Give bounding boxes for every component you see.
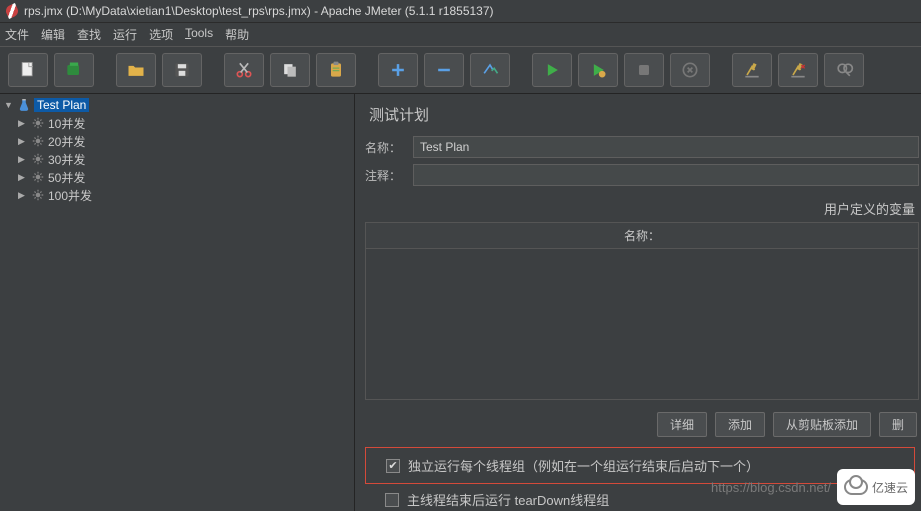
- teardown-label: 主线程结束后运行 tearDown线程组: [407, 490, 609, 509]
- menubar: 文件 编辑 查找 运行 选项 Tools 帮助: [0, 23, 921, 47]
- expand-icon[interactable]: ▶: [18, 172, 28, 183]
- new-button[interactable]: [8, 53, 48, 87]
- tree-root-label: Test Plan: [34, 98, 89, 112]
- tree-item-label: 10并发: [48, 115, 85, 132]
- collapse-button[interactable]: [424, 53, 464, 87]
- main-split: ▼ Test Plan ▶ 10并发 ▶ 20并发 ▶ 30并发 ▶ 50并发 …: [0, 94, 921, 511]
- tree-item-label: 50并发: [48, 169, 85, 186]
- tree-item-label: 100并发: [48, 187, 92, 204]
- menu-run[interactable]: 运行: [113, 26, 137, 43]
- tree-item[interactable]: ▶ 10并发: [0, 114, 354, 132]
- toggle-button[interactable]: [470, 53, 510, 87]
- name-input[interactable]: [413, 136, 919, 158]
- vars-table[interactable]: 名称：: [365, 222, 919, 400]
- shutdown-button[interactable]: [670, 53, 710, 87]
- threadgroup-icon: [31, 116, 45, 130]
- tree-root[interactable]: ▼ Test Plan: [0, 96, 354, 114]
- comment-row: 注释：: [365, 164, 921, 186]
- checkbox-unchecked-icon[interactable]: [385, 493, 399, 507]
- save-button[interactable]: [162, 53, 202, 87]
- threadgroup-icon: [31, 188, 45, 202]
- cloud-icon: [844, 479, 868, 495]
- delete-button[interactable]: 删: [879, 412, 917, 437]
- vars-title: 用户定义的变量: [365, 189, 921, 222]
- search-toolbar-button[interactable]: [824, 53, 864, 87]
- start-button[interactable]: [532, 53, 572, 87]
- name-label: 名称：: [365, 139, 413, 156]
- stop-button[interactable]: [624, 53, 664, 87]
- menu-tools[interactable]: Tools: [185, 26, 213, 43]
- window-titlebar: rps.jmx (D:\MyData\xietian1\Desktop\test…: [0, 0, 921, 23]
- tree-item[interactable]: ▶ 30并发: [0, 150, 354, 168]
- templates-button[interactable]: [54, 53, 94, 87]
- tree-item[interactable]: ▶ 50并发: [0, 168, 354, 186]
- clear-button[interactable]: [732, 53, 772, 87]
- window-title: rps.jmx (D:\MyData\xietian1\Desktop\test…: [24, 4, 494, 18]
- expand-icon[interactable]: ▶: [18, 118, 28, 129]
- menu-file[interactable]: 文件: [5, 26, 29, 43]
- checkbox-checked-icon[interactable]: ✔: [386, 459, 400, 473]
- testplan-icon: [17, 98, 31, 112]
- expand-icon[interactable]: ▶: [18, 190, 28, 201]
- threadgroup-icon: [31, 134, 45, 148]
- clear-all-button[interactable]: [778, 53, 818, 87]
- add-button[interactable]: 添加: [715, 412, 765, 437]
- tree-item-label: 20并发: [48, 133, 85, 150]
- threadgroup-icon: [31, 152, 45, 166]
- serial-threadgroups-label: 独立运行每个线程组（例如在一个组运行结束后启动下一个）: [408, 456, 759, 475]
- serial-threadgroups-row[interactable]: ✔ 独立运行每个线程组（例如在一个组运行结束后启动下一个）: [366, 450, 914, 481]
- highlight-box: ✔ 独立运行每个线程组（例如在一个组运行结束后启动下一个）: [365, 447, 915, 484]
- menu-edit[interactable]: 编辑: [41, 26, 65, 43]
- provider-label: 亿速云: [872, 479, 908, 496]
- menu-search[interactable]: 查找: [77, 26, 101, 43]
- panel-title: 测试计划: [365, 100, 921, 133]
- editor-panel: 测试计划 名称： 注释： 用户定义的变量 名称： 详细 添加 从剪贴板添加 删 …: [355, 94, 921, 511]
- vars-col-name: 名称：: [366, 223, 918, 249]
- vars-body[interactable]: [366, 249, 918, 399]
- cut-button[interactable]: [224, 53, 264, 87]
- paste-button[interactable]: [316, 53, 356, 87]
- menu-options[interactable]: 选项: [149, 26, 173, 43]
- comment-label: 注释：: [365, 167, 413, 184]
- comment-input[interactable]: [413, 164, 919, 186]
- test-tree[interactable]: ▼ Test Plan ▶ 10并发 ▶ 20并发 ▶ 30并发 ▶ 50并发 …: [0, 94, 355, 511]
- name-row: 名称：: [365, 136, 921, 158]
- copy-button[interactable]: [270, 53, 310, 87]
- threadgroup-icon: [31, 170, 45, 184]
- start-no-pause-button[interactable]: [578, 53, 618, 87]
- open-button[interactable]: [116, 53, 156, 87]
- tree-item[interactable]: ▶ 20并发: [0, 132, 354, 150]
- toolbar: [0, 47, 921, 94]
- expand-icon[interactable]: ▶: [18, 154, 28, 165]
- tree-item[interactable]: ▶ 100并发: [0, 186, 354, 204]
- app-icon: [4, 3, 20, 19]
- detail-button[interactable]: 详细: [657, 412, 707, 437]
- expand-button[interactable]: [378, 53, 418, 87]
- menu-help[interactable]: 帮助: [225, 26, 249, 43]
- vars-buttons: 详细 添加 从剪贴板添加 删: [365, 400, 921, 447]
- tree-item-label: 30并发: [48, 151, 85, 168]
- provider-badge: 亿速云: [837, 469, 915, 505]
- expand-icon[interactable]: ▶: [18, 136, 28, 147]
- add-from-clipboard-button[interactable]: 从剪贴板添加: [773, 412, 871, 437]
- collapse-icon[interactable]: ▼: [4, 100, 14, 110]
